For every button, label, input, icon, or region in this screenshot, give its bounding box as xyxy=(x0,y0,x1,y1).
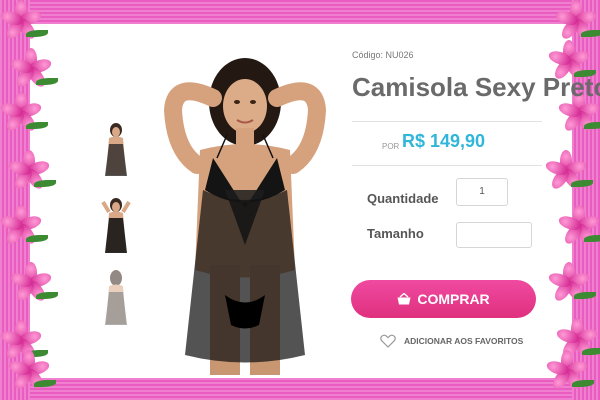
buy-button[interactable]: COMPRAR xyxy=(351,280,536,318)
divider xyxy=(352,121,542,122)
price-prefix: POR xyxy=(382,142,400,151)
favorites-label: ADICIONAR AOS FAVORITOS xyxy=(404,336,524,346)
quantity-label: Quantidade xyxy=(367,191,439,206)
flower-ornament xyxy=(7,150,56,192)
heart-icon xyxy=(380,334,396,348)
product-code: Código: NU026 xyxy=(352,50,414,60)
flower-ornament xyxy=(0,92,48,134)
flower-ornament xyxy=(544,150,593,192)
flower-ornament xyxy=(545,350,594,392)
buy-button-label: COMPRAR xyxy=(417,291,490,307)
flower-ornament xyxy=(9,48,58,90)
product-main-image xyxy=(155,40,335,375)
flower-ornament xyxy=(0,205,48,247)
frame-bottom xyxy=(0,378,600,400)
product-thumbnail-1[interactable] xyxy=(95,120,137,180)
product-price: R$ 149,90 xyxy=(402,131,486,151)
frame-top xyxy=(0,0,600,24)
flower-ornament xyxy=(0,0,48,42)
flower-ornament xyxy=(557,205,600,247)
basket-icon xyxy=(397,293,411,305)
flower-ornament xyxy=(7,350,56,392)
flower-ornament xyxy=(554,0,600,42)
product-title: Camisola Sexy Preto xyxy=(352,72,600,102)
size-select[interactable] xyxy=(456,222,532,248)
add-to-favorites-link[interactable]: ADICIONAR AOS FAVORITOS xyxy=(380,334,523,348)
product-thumbnail-2[interactable] xyxy=(95,196,137,256)
divider xyxy=(352,165,542,166)
flower-ornament xyxy=(547,262,596,304)
size-label: Tamanho xyxy=(367,226,424,241)
quantity-input[interactable]: 1 xyxy=(456,178,508,206)
product-thumbnail-3[interactable] xyxy=(95,268,137,328)
flower-ornament xyxy=(9,262,58,304)
